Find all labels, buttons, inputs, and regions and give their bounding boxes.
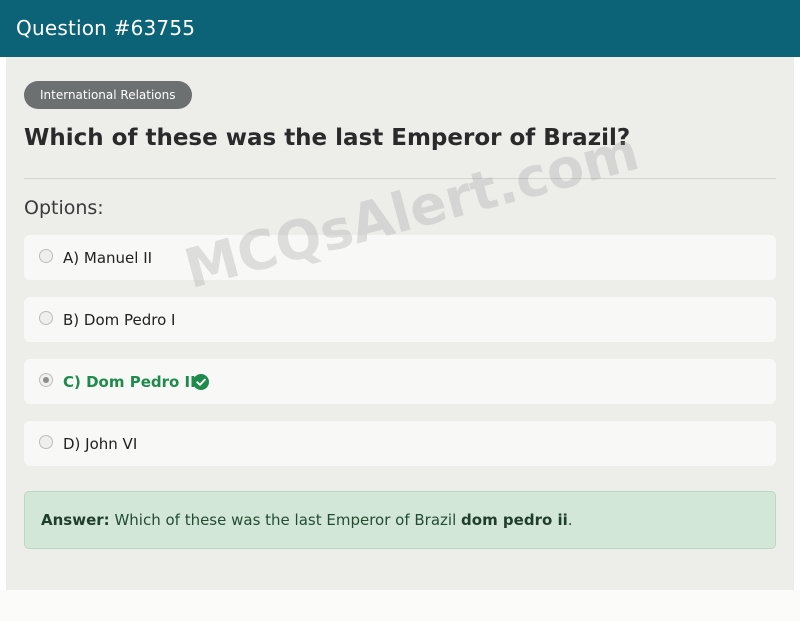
radio-button[interactable] [39,249,53,263]
page-header: Question #63755 [0,0,800,57]
answer-box: Answer: Which of these was the last Empe… [24,491,776,549]
question-text: Which of these was the last Emperor of B… [24,125,631,151]
question-number-title: Question #63755 [16,16,196,40]
option-label: D) John VI [63,435,138,453]
page-footer-area [0,590,800,621]
divider [24,178,776,179]
answer-value: dom pedro ii [461,511,568,529]
radio-button-selected[interactable] [39,373,53,387]
answer-label: Answer: [41,511,110,529]
options-label: Options: [24,197,104,219]
option-b[interactable]: B) Dom Pedro I [24,297,776,342]
radio-button[interactable] [39,435,53,449]
option-label: A) Manuel II [63,249,153,267]
question-card: International Relations Which of these w… [6,57,794,590]
check-circle-icon [193,374,209,390]
answer-text: Answer: Which of these was the last Empe… [41,511,573,529]
option-label: B) Dom Pedro I [63,311,176,329]
answer-question: Which of these was the last Emperor of B… [114,511,457,529]
option-label-correct: C) Dom Pedro II [63,373,196,391]
option-c[interactable]: C) Dom Pedro II [24,359,776,404]
option-a[interactable]: A) Manuel II [24,235,776,280]
answer-suffix: . [567,511,573,529]
category-badge[interactable]: International Relations [24,81,192,109]
option-d[interactable]: D) John VI [24,421,776,466]
radio-button[interactable] [39,311,53,325]
